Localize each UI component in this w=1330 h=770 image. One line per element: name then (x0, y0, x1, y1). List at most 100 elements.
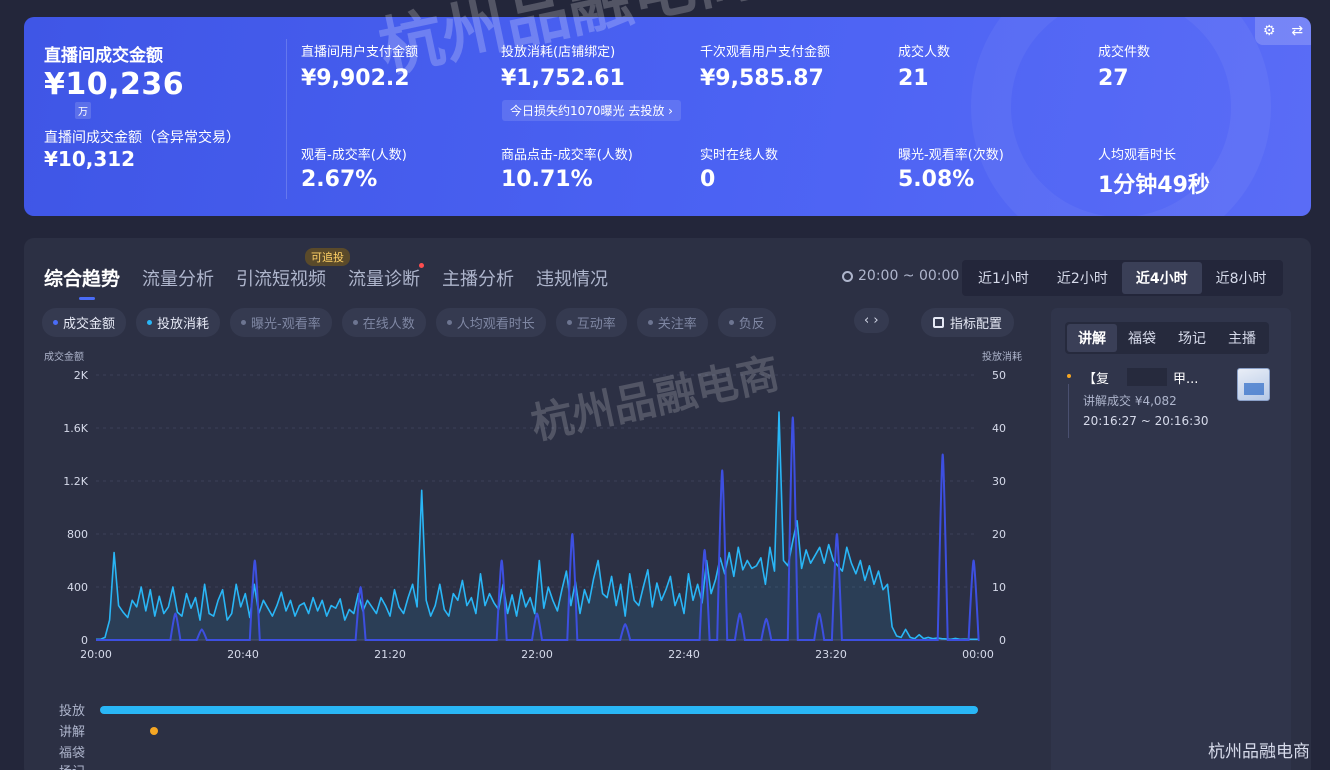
trend-panel: 综合趋势 流量分析 引流短视频 流量诊断 主播分析 违规情况 可追投 20:00… (24, 238, 1311, 770)
chip-label: 关注率 (657, 317, 697, 332)
gear-icon[interactable]: ⚙ (1263, 23, 1276, 39)
metric-label: 投放消耗(店铺绑定) (501, 45, 616, 60)
ad-timeline-bar[interactable] (100, 706, 978, 714)
swap-icon[interactable]: ⇄ (1291, 23, 1303, 39)
tab-overview[interactable]: 综合趋势 (44, 264, 120, 300)
settings-icon (933, 317, 944, 328)
side-tab-log[interactable]: 场记 (1167, 324, 1217, 352)
timeline-label-ads: 投放 (59, 704, 86, 719)
metric-label: 千次观看用户支付金额 (700, 45, 831, 60)
metric-value: 0 (700, 167, 716, 192)
item-deal: 讲解成交 ¥4,082 (1083, 394, 1177, 408)
tab-diagnosis-label: 流量诊断 (348, 269, 421, 290)
range-selector: 近1小时 近2小时 近4小时 近8小时 (962, 260, 1283, 296)
tab-violation[interactable]: 违规情况 (536, 265, 608, 291)
metric-value: 2.67% (301, 167, 378, 192)
gmv-area (96, 412, 978, 640)
notification-dot (419, 263, 425, 268)
range-4h[interactable]: 近4小时 (1121, 262, 1202, 294)
metric-label: 实时在线人数 (700, 148, 779, 163)
chip-negative[interactable]: 负反 (717, 308, 776, 337)
chip-avg-watch[interactable]: 人均观看时长 (435, 308, 546, 337)
side-panel: 讲解 福袋 场记 主播 【复 甲... 讲解成交 ¥4,082 20:16:27… (1051, 308, 1291, 770)
chip-follow[interactable]: 关注率 (636, 308, 708, 337)
metric-label: 商品点击-成交率(人数) (501, 148, 633, 163)
ad-loss-link[interactable]: 今日损失约1070曝光 去投放 › (502, 100, 681, 121)
range-2h[interactable]: 近2小时 (1043, 262, 1122, 294)
timeline-label-bag: 福袋 (59, 746, 86, 761)
metric-value: 27 (1098, 66, 1129, 91)
sub-metric-title: 直播间成交金额（含异常交易） (44, 130, 240, 146)
trend-chart[interactable]: 成交金额 投放消耗 0 0 400 10 800 20 1.2K 30 1.6K 40 2K 50 20:0… (40, 350, 1030, 668)
time-range-picker[interactable]: 20:00 ~ 00:00 (842, 268, 959, 284)
metric-value: 5.08% (898, 167, 975, 192)
chip-online[interactable]: 在线人数 (341, 308, 426, 337)
clock-icon (842, 270, 853, 282)
x-tick: 00:00 (962, 648, 994, 661)
product-thumbnail[interactable] (1237, 368, 1270, 401)
side-tab-bar: 讲解 福袋 场记 主播 (1065, 322, 1269, 354)
sub-metric-value: ¥10,312 (44, 147, 136, 171)
metric-chips: 成交金额 投放消耗 曝光-观看率 在线人数 人均观看时长 互动率 关注率 负反 (42, 308, 776, 337)
chip-gmv[interactable]: 成交金额 (42, 308, 127, 337)
chip-label: 互动率 (576, 317, 616, 332)
y-tick-right: 40 (992, 422, 1006, 435)
metric-label: 人均观看时长 (1098, 148, 1177, 163)
timeline-label-explain: 讲解 (59, 725, 86, 740)
tab-diagnosis[interactable]: 流量诊断 (348, 263, 425, 291)
y-tick-left: 400 (67, 581, 88, 594)
chip-label: 负反 (738, 317, 765, 332)
y-tick-right: 10 (992, 581, 1006, 594)
chip-dot (446, 320, 452, 325)
chip-dot (352, 320, 358, 325)
range-1h[interactable]: 近1小时 (964, 262, 1043, 294)
side-tab-explain[interactable]: 讲解 (1067, 324, 1117, 352)
summary-banner: 直播间成交金额 ¥10,236 万 直播间成交金额（含异常交易） ¥10,312… (24, 17, 1311, 216)
boost-badge: 可追投 (305, 248, 350, 266)
metric-value: ¥9,902.2 (301, 66, 410, 91)
chip-dot (147, 320, 153, 325)
metric-value: 21 (898, 66, 929, 91)
metric-value: 1分钟49秒 (1098, 173, 1210, 198)
main-metric-unit: 万 (75, 102, 91, 119)
timeline-dot (1067, 374, 1071, 378)
x-tick: 20:00 (80, 648, 112, 661)
chip-exposure-view[interactable]: 曝光-观看率 (230, 308, 332, 337)
y-tick-right: 30 (992, 475, 1006, 488)
chip-dot (566, 320, 572, 325)
y-tick-right: 0 (999, 634, 1006, 647)
y-tick-left: 2K (74, 369, 89, 382)
metric-label: 观看-成交率(人数) (301, 148, 407, 163)
y-axis-left-title: 成交金额 (44, 350, 84, 363)
metric-value: 10.71% (501, 167, 593, 192)
x-tick: 22:00 (521, 648, 553, 661)
chip-ad-spend[interactable]: 投放消耗 (136, 308, 221, 337)
chip-dot (728, 320, 734, 325)
x-tick: 23:20 (815, 648, 847, 661)
metric-label: 曝光-观看率(次数) (898, 148, 1004, 163)
metric-config-label: 指标配置 (950, 317, 1003, 332)
tab-traffic[interactable]: 流量分析 (142, 265, 214, 291)
redaction-mask (1127, 368, 1167, 386)
metric-config-button[interactable]: 指标配置 (921, 308, 1015, 337)
chip-scroll-arrows[interactable]: ‹ › (854, 308, 889, 333)
chip-interaction[interactable]: 互动率 (555, 308, 627, 337)
side-tab-bag[interactable]: 福袋 (1117, 324, 1167, 352)
range-8h[interactable]: 近8小时 (1202, 262, 1281, 294)
banner-tools: ⚙ ⇄ (1255, 17, 1311, 45)
y-tick-right: 20 (992, 528, 1006, 541)
side-tab-anchor[interactable]: 主播 (1217, 324, 1267, 352)
metric-label: 直播间用户支付金额 (301, 45, 419, 60)
chip-label: 投放消耗 (157, 317, 210, 332)
explain-marker[interactable] (150, 727, 158, 735)
timeline-line (1068, 384, 1069, 438)
tab-short-video[interactable]: 引流短视频 (236, 265, 326, 291)
metric-label: 成交人数 (898, 45, 951, 60)
chip-label: 人均观看时长 (456, 317, 535, 332)
item-time: 20:16:27 ~ 20:16:30 (1083, 414, 1209, 428)
tab-anchor[interactable]: 主播分析 (442, 265, 514, 291)
tab-bar: 综合趋势 流量分析 引流短视频 流量诊断 主播分析 违规情况 (44, 263, 608, 300)
dashboard-root: 直播间成交金额 ¥10,236 万 直播间成交金额（含异常交易） ¥10,312… (0, 0, 1330, 770)
y-tick-left: 1.2K (63, 475, 88, 488)
x-tick: 20:40 (227, 648, 259, 661)
